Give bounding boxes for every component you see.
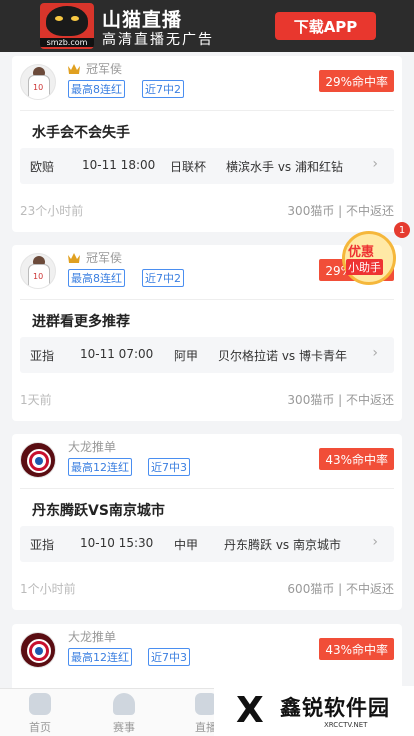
- app-logo: smzb.com: [40, 3, 94, 49]
- card-header: 大龙推单 最高12连红 近7中3 43%命中率: [12, 434, 402, 488]
- match-teams: 贝尔格拉诺 vs 博卡青年: [218, 349, 347, 363]
- home-icon: [29, 693, 51, 715]
- chevron-right-icon: ›: [372, 156, 378, 172]
- divider: [20, 110, 394, 111]
- tip-card[interactable]: 大龙推单 最高12连红 近7中3 43%命中率: [12, 624, 402, 694]
- tab-label: 首页: [29, 721, 51, 734]
- tab-home[interactable]: 首页: [10, 689, 70, 736]
- watermark-mark: X: [236, 690, 264, 731]
- download-app-button[interactable]: 下载APP: [275, 12, 376, 40]
- post-time: 23个小时前: [20, 204, 84, 218]
- hit-rate-badge: 43%命中率: [319, 448, 394, 470]
- trophy-icon: [113, 693, 135, 715]
- post-time: 1个小时前: [20, 582, 76, 596]
- avatar[interactable]: [20, 442, 56, 478]
- match-row[interactable]: 欧赔 10-11 18:00 日联杯 横滨水手 vs 浦和红钻 ›: [20, 148, 394, 184]
- match-time: 10-10 15:30: [80, 536, 154, 550]
- post-time: 1天前: [20, 393, 52, 407]
- promo-line2: 小助手: [346, 259, 383, 275]
- league-name: 中甲: [174, 538, 199, 552]
- promo-line1: 优惠: [348, 245, 375, 260]
- match-teams: 横滨水手 vs 浦和红钻: [226, 160, 343, 174]
- recent-badge: 近7中3: [148, 648, 190, 666]
- chevron-right-icon: ›: [372, 345, 378, 361]
- tip-title[interactable]: 进群看更多推荐: [32, 311, 130, 331]
- match-row[interactable]: 亚指 10-10 15:30 中甲 丹东腾跃 vs 南京城市 ›: [20, 526, 394, 562]
- watermark-url: XRCCTV.NET: [324, 721, 368, 729]
- card-header: 大龙推单 最高12连红 近7中3 43%命中率: [12, 624, 402, 678]
- card-header: 10 冠军侯 最高8连红 近7中2 29%命中率: [12, 56, 402, 110]
- match-teams: 丹东腾跃 vs 南京城市: [224, 538, 341, 552]
- tip-price: 600猫币 | 不中返还: [287, 582, 394, 596]
- divider: [20, 299, 394, 300]
- bet-type: 亚指: [30, 538, 55, 552]
- watermark: X 鑫锐软件园 XRCCTV.NET: [214, 686, 414, 736]
- author-name[interactable]: 冠军侯: [86, 60, 122, 77]
- tip-title[interactable]: 丹东腾跃VS南京城市: [32, 500, 165, 520]
- banner-subtitle: 高清直播无广告: [102, 32, 214, 48]
- tip-card[interactable]: 大龙推单 最高12连红 近7中3 43%命中率 丹东腾跃VS南京城市 亚指 10…: [12, 434, 402, 610]
- chevron-right-icon: ›: [372, 534, 378, 550]
- notification-badge: 1: [394, 222, 410, 238]
- promo-assistant-button[interactable]: 优惠 小助手 1: [340, 222, 410, 285]
- avatar[interactable]: 10: [20, 64, 56, 100]
- match-time: 10-11 18:00: [82, 158, 156, 172]
- tip-card[interactable]: 10 冠军侯 最高8连红 近7中2 29%命中率 水手会不会失手 欧赔 10-1…: [12, 56, 402, 232]
- match-time: 10-11 07:00: [80, 347, 154, 361]
- logo-site-text: smzb.com: [40, 38, 94, 47]
- tip-price: 300猫币 | 不中返还: [287, 393, 394, 407]
- streak-badge: 最高8连红: [68, 269, 125, 287]
- author-name[interactable]: 大龙推单: [68, 438, 116, 455]
- author-name[interactable]: 冠军侯: [86, 249, 122, 266]
- crown-icon: [68, 64, 80, 74]
- banner-title: 山猫直播: [102, 9, 183, 31]
- author-name[interactable]: 大龙推单: [68, 628, 116, 645]
- avatar[interactable]: [20, 632, 56, 668]
- streak-badge: 最高12连红: [68, 648, 132, 666]
- crown-icon: [68, 253, 80, 263]
- bet-type: 亚指: [30, 349, 55, 363]
- bet-type: 欧赔: [30, 160, 55, 174]
- streak-badge: 最高8连红: [68, 80, 125, 98]
- watermark-text: 鑫锐软件园: [280, 696, 390, 720]
- recent-badge: 近7中3: [148, 458, 190, 476]
- avatar[interactable]: 10: [20, 253, 56, 289]
- recent-badge: 近7中2: [142, 80, 184, 98]
- match-row[interactable]: 亚指 10-11 07:00 阿甲 贝尔格拉诺 vs 博卡青年 ›: [20, 337, 394, 373]
- lynx-icon: [46, 6, 88, 36]
- tip-title[interactable]: 水手会不会失手: [32, 122, 130, 142]
- tab-label: 赛事: [113, 721, 135, 734]
- tab-matches[interactable]: 赛事: [94, 689, 154, 736]
- divider: [20, 488, 394, 489]
- league-name: 阿甲: [174, 349, 199, 363]
- app-download-banner[interactable]: smzb.com 山猫直播 高清直播无广告 下载APP: [0, 0, 414, 52]
- hit-rate-badge: 43%命中率: [319, 638, 394, 660]
- hit-rate-badge: 29%命中率: [319, 70, 394, 92]
- recent-badge: 近7中2: [142, 269, 184, 287]
- streak-badge: 最高12连红: [68, 458, 132, 476]
- league-name: 日联杯: [170, 160, 207, 174]
- tip-price: 300猫币 | 不中返还: [287, 204, 394, 218]
